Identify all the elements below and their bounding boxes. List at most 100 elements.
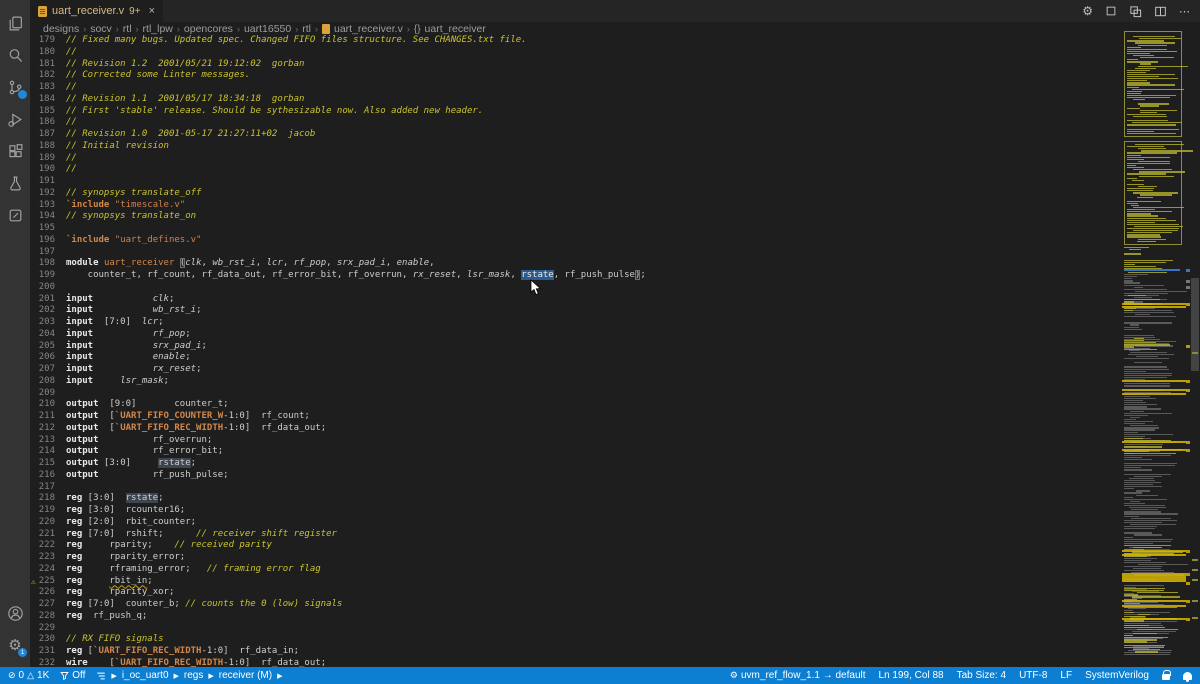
breadcrumb-folder[interactable]: uart16550 (244, 23, 291, 35)
line-number: 231 (30, 646, 66, 658)
breadcrumb-folder[interactable]: designs (43, 23, 79, 35)
code-line[interactable]: 186// (30, 117, 1122, 129)
code-line[interactable]: 188// Initial revision (30, 141, 1122, 153)
code-line[interactable]: 225⚠reg rbit_in; (30, 576, 1122, 588)
code-line[interactable]: 192// synopsys translate_off (30, 188, 1122, 200)
code-line[interactable]: 195 (30, 223, 1122, 235)
notebook-icon[interactable] (0, 199, 30, 231)
code-line[interactable]: 184// Revision 1.1 2001/05/17 18:34:18 g… (30, 94, 1122, 106)
code-line[interactable]: 197 (30, 247, 1122, 259)
code-line[interactable]: 180// (30, 47, 1122, 59)
code-line[interactable]: 213output rf_overrun; (30, 435, 1122, 447)
explorer-icon[interactable] (0, 7, 30, 39)
preview-square-icon[interactable] (1105, 5, 1117, 17)
code-line[interactable]: 194// synopsys translate_on (30, 211, 1122, 223)
code-line[interactable]: 211output [`UART_FIFO_COUNTER_W-1:0] rf_… (30, 411, 1122, 423)
breadcrumb-folder[interactable]: rtl_lpw (143, 23, 173, 35)
code-line[interactable]: 217 (30, 482, 1122, 494)
problems-indicator[interactable]: ⊘ 0 △ 1K (8, 670, 49, 681)
code-line[interactable]: 214output rf_error_bit; (30, 446, 1122, 458)
language-mode[interactable]: SystemVerilog (1085, 670, 1149, 681)
tab-uart-receiver[interactable]: uart_receiver.v 9+ × (30, 0, 163, 22)
code-line[interactable]: 189// (30, 153, 1122, 165)
code-line[interactable]: 209 (30, 388, 1122, 400)
settings-gear-icon[interactable]: ⚙ 1 (0, 629, 30, 661)
code-line[interactable]: 218reg [3:0] rstate; (30, 493, 1122, 505)
code-line[interactable]: 219reg [3:0] rcounter16; (30, 505, 1122, 517)
code-line[interactable]: 196`include "uart_defines.v" (30, 235, 1122, 247)
code-line[interactable]: 212output [`UART_FIFO_REC_WIDTH-1:0] rf_… (30, 423, 1122, 435)
breadcrumb-folder[interactable]: socv (90, 23, 112, 35)
vertical-scrollbar[interactable] (1190, 22, 1200, 667)
code-line[interactable]: 208input lsr_mask; (30, 376, 1122, 388)
more-actions-icon[interactable]: ⋯ (1179, 5, 1190, 18)
code-line[interactable]: 185// First 'stable' release. Should be … (30, 106, 1122, 118)
run-settings-gear-icon[interactable]: ⚙ (1082, 4, 1093, 18)
code-line[interactable]: 220reg [2:0] rbit_counter; (30, 517, 1122, 529)
code-line[interactable]: 215output [3:0] rstate; (30, 458, 1122, 470)
source-control-icon[interactable] (0, 71, 30, 103)
code-line[interactable]: 179// Fixed many bugs. Updated spec. Cha… (30, 35, 1122, 47)
code-line[interactable]: 230// RX FIFO signals (30, 634, 1122, 646)
minimap[interactable] (1122, 28, 1190, 667)
code-line[interactable]: 231reg [`UART_FIFO_REC_WIDTH-1:0] rf_dat… (30, 646, 1122, 658)
cursor-position[interactable]: Ln 199, Col 88 (879, 670, 944, 681)
compare-changes-icon[interactable] (1129, 5, 1142, 18)
code-line[interactable]: 232wire [`UART_FIFO_REC_WIDTH-1:0] rf_da… (30, 658, 1122, 667)
code-line[interactable]: 203input [7:0] lcr; (30, 317, 1122, 329)
code-line[interactable]: 221reg [7:0] rshift; // receiver shift r… (30, 529, 1122, 541)
scrollbar-thumb[interactable] (1191, 278, 1199, 371)
breadcrumb-folder[interactable]: opencores (184, 23, 233, 35)
code-line[interactable]: 229 (30, 623, 1122, 635)
code-line[interactable]: 206input enable; (30, 352, 1122, 364)
tabnine-lock[interactable] (1162, 671, 1170, 680)
code-line[interactable]: 182// Corrected some Linter messages. (30, 70, 1122, 82)
search-icon[interactable] (0, 39, 30, 71)
code-line[interactable]: 216output rf_push_pulse; (30, 470, 1122, 482)
code-line[interactable]: 181// Revision 1.2 2001/05/21 19:12:02 g… (30, 59, 1122, 71)
run-debug-icon[interactable] (0, 103, 30, 135)
code-line[interactable]: 210output [9:0] counter_t; (30, 399, 1122, 411)
triangle-separator-icon: ▶ (277, 672, 282, 680)
code-line[interactable]: 222reg rparity; // received parity (30, 540, 1122, 552)
code-line[interactable]: 193`include "timescale.v" (30, 200, 1122, 212)
minimap-search-highlight (1122, 550, 1186, 552)
testing-icon[interactable] (0, 167, 30, 199)
code-line[interactable]: 228reg rf_push_q; (30, 611, 1122, 623)
code-line[interactable]: 224reg rframing_error; // framing error … (30, 564, 1122, 576)
code-line[interactable]: 199 counter_t, rf_count, rf_data_out, rf… (30, 270, 1122, 282)
code-line[interactable]: 190// (30, 164, 1122, 176)
breadcrumb[interactable]: designs›socv›rtl›rtl_lpw›opencores›uart1… (30, 22, 1200, 36)
code-line[interactable]: 200 (30, 282, 1122, 294)
filter-toggle[interactable]: Off (60, 670, 85, 681)
code-line[interactable]: 223reg rparity_error; (30, 552, 1122, 564)
code-line[interactable]: 191 (30, 176, 1122, 188)
breadcrumb-symbol[interactable]: {}uart_receiver (414, 23, 486, 35)
code-line[interactable]: 183// (30, 82, 1122, 94)
code-line[interactable]: 202input wb_rst_i; (30, 305, 1122, 317)
line-number: 215 (30, 458, 66, 470)
breadcrumb-file[interactable]: uart_receiver.v (322, 23, 403, 35)
tab-close-icon[interactable]: × (149, 5, 155, 17)
code-line[interactable]: 227reg [7:0] counter_b; // counts the 0 … (30, 599, 1122, 611)
breadcrumb-folder[interactable]: rtl (302, 23, 311, 35)
code-editor[interactable]: 179// Fixed many bugs. Updated spec. Cha… (30, 35, 1122, 667)
eol-sequence[interactable]: LF (1060, 670, 1072, 681)
code-line[interactable]: 205input srx_pad_i; (30, 341, 1122, 353)
code-line[interactable]: 198module uart_receiver (clk, wb_rst_i, … (30, 258, 1122, 270)
encoding[interactable]: UTF-8 (1019, 670, 1047, 681)
code-line[interactable]: 187// Revision 1.0 2001-05-17 21:27:11+0… (30, 129, 1122, 141)
notifications[interactable] (1183, 672, 1192, 680)
indentation[interactable]: Tab Size: 4 (957, 670, 1006, 681)
line-number: 228 (30, 611, 66, 623)
code-line[interactable]: 204input rf_pop; (30, 329, 1122, 341)
task-selector[interactable]: ⚙ uvm_ref_flow_1.1 → default (730, 670, 866, 681)
code-line[interactable]: 201input clk; (30, 294, 1122, 306)
scope-hierarchy[interactable]: ▶i_oc_uart0▶regs▶receiver (M)▶ (96, 670, 284, 681)
account-icon[interactable] (0, 597, 30, 629)
breadcrumb-folder[interactable]: rtl (123, 23, 132, 35)
split-editor-icon[interactable] (1154, 5, 1167, 18)
code-line[interactable]: 226reg rparity_xor; (30, 587, 1122, 599)
code-line[interactable]: 207input rx_reset; (30, 364, 1122, 376)
extensions-icon[interactable] (0, 135, 30, 167)
